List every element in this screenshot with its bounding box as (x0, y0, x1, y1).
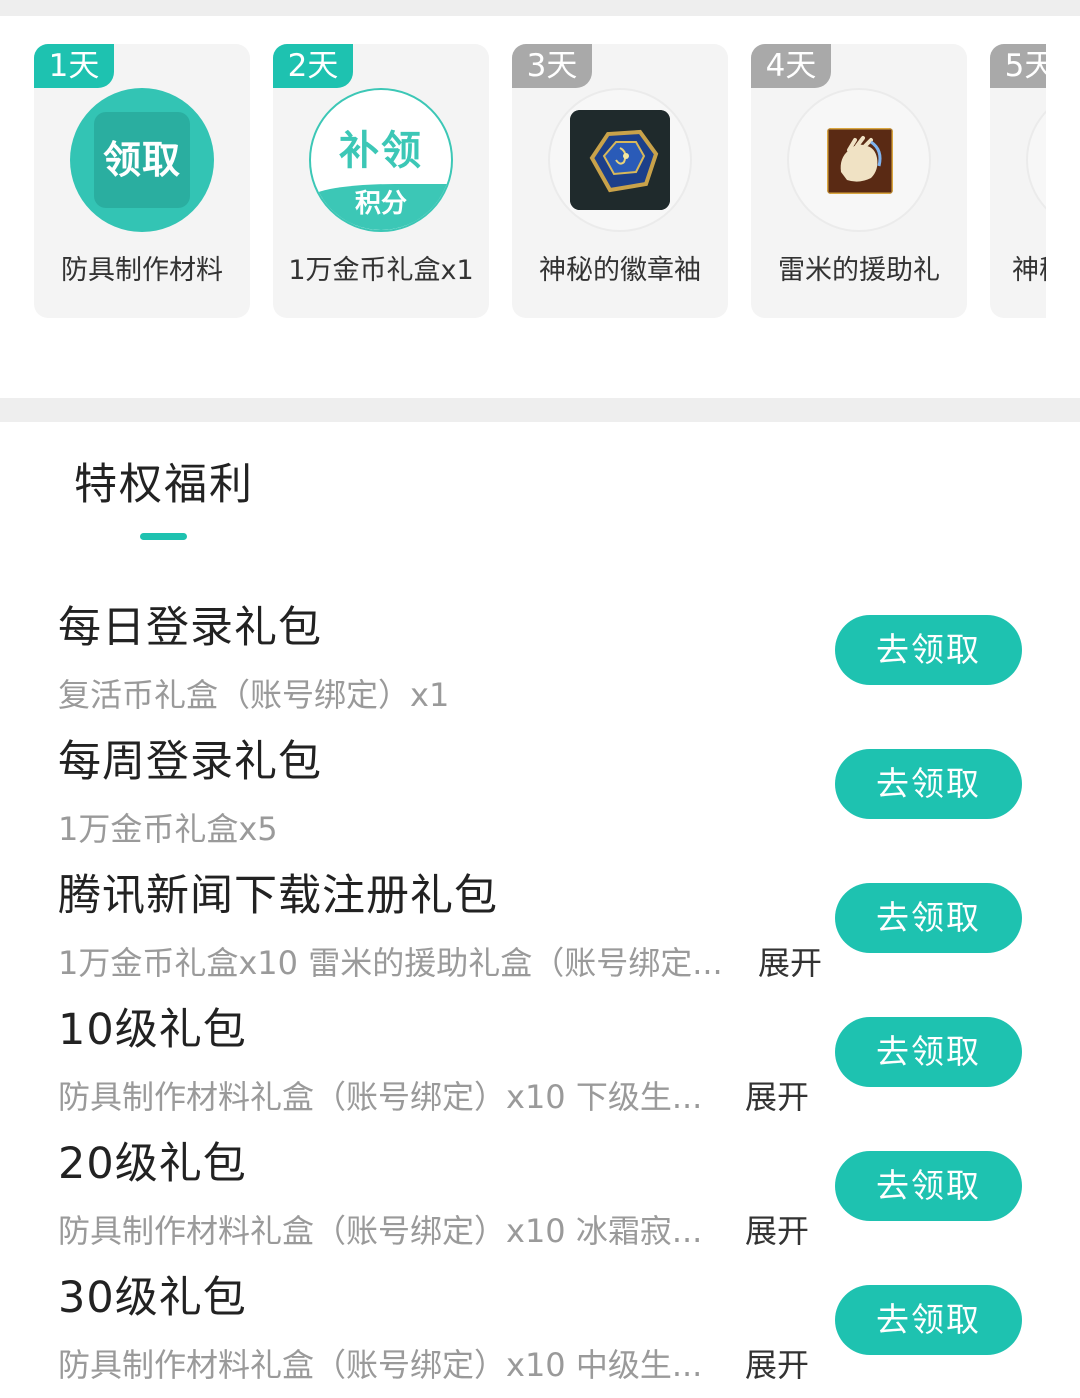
gift-name: 20级礼包 (58, 1139, 247, 1189)
claim-badge-icon[interactable]: 领取 (70, 88, 214, 232)
claim-button[interactable]: 去领取 (835, 615, 1022, 685)
gift-description: 防具制作材料礼盒（账号绑定）x10 中级生... (58, 1346, 703, 1384)
makeup-badge-title: 补领 (339, 128, 423, 174)
gift-description: 防具制作材料礼盒（账号绑定）x10 下级生... (58, 1078, 703, 1116)
day-reward-label: 防具制作材料 (61, 255, 223, 286)
day-badge: 2天 (273, 44, 353, 88)
claim-button[interactable]: 去领取 (835, 883, 1022, 953)
title-underline (140, 533, 187, 540)
expand-link[interactable]: 展开 (758, 938, 822, 984)
day-reward-label: 雷米的援助礼 (778, 255, 940, 286)
claim-button[interactable]: 去领取 (835, 1285, 1022, 1355)
gift-name: 10级礼包 (58, 1005, 247, 1055)
claim-button[interactable]: 去领取 (835, 749, 1022, 819)
day-badge: 5天 (990, 44, 1046, 88)
day-card-2[interactable]: 补领 积分 2天 1万金币礼盒x1 (273, 44, 489, 318)
gift-row: 10级礼包 防具制作材料礼盒（账号绑定）x10 下级生... 展开 去领取 (0, 995, 1080, 1129)
daily-signin-section: 领取 1天 防具制作材料 补领 积分 2天 1万金币礼盒x1 3天 神秘的徽章袖… (0, 16, 1080, 398)
day-card-5[interactable]: 5天 神秘 (990, 44, 1046, 318)
claim-badge-text: 领取 (94, 112, 190, 208)
day-badge: 3天 (512, 44, 592, 88)
gift-name: 每日登录礼包 (58, 603, 322, 653)
day-badge: 4天 (751, 44, 831, 88)
gift-description: 1万金币礼盒x10 雷米的援助礼盒（账号绑定... (58, 944, 723, 982)
expand-link[interactable]: 展开 (745, 1340, 809, 1386)
day-reward-label: 1万金币礼盒x1 (288, 255, 474, 286)
mystery-badge-chest-icon (570, 110, 670, 210)
expand-link[interactable]: 展开 (745, 1072, 809, 1118)
gift-name: 30级礼包 (58, 1273, 247, 1323)
gift-description: 1万金币礼盒x5 (58, 810, 278, 848)
reward-item-frame (548, 88, 692, 232)
day-reward-label: 神秘 (1012, 255, 1046, 286)
gift-row: 每周登录礼包 1万金币礼盒x5 去领取 (0, 727, 1080, 861)
reward-item-frame (787, 88, 931, 232)
glove-icon (827, 128, 893, 194)
day-card-4[interactable]: 4天 雷米的援助礼 (751, 44, 967, 318)
reward-item-frame (1026, 88, 1046, 232)
gift-name: 每周登录礼包 (58, 737, 322, 787)
makeup-badge-subtitle: 积分 (311, 184, 451, 230)
gift-row: 30级礼包 防具制作材料礼盒（账号绑定）x10 中级生... 展开 去领取 (0, 1263, 1080, 1397)
day-badge: 1天 (34, 44, 114, 88)
day-card-3[interactable]: 3天 神秘的徽章袖 (512, 44, 728, 318)
gift-row: 每日登录礼包 复活币礼盒（账号绑定）x1 去领取 (0, 593, 1080, 727)
expand-link[interactable]: 展开 (745, 1206, 809, 1252)
gift-name: 腾讯新闻下载注册礼包 (58, 871, 498, 921)
privileges-title: 特权福利 (74, 460, 254, 510)
top-divider (0, 0, 1080, 16)
gift-description: 复活币礼盒（账号绑定）x1 (58, 676, 450, 714)
makeup-badge-icon[interactable]: 补领 积分 (309, 88, 453, 232)
day-card-1[interactable]: 领取 1天 防具制作材料 (34, 44, 250, 318)
gift-row: 腾讯新闻下载注册礼包 1万金币礼盒x10 雷米的援助礼盒（账号绑定... 展开 … (0, 861, 1080, 995)
daily-reward-row[interactable]: 领取 1天 防具制作材料 补领 积分 2天 1万金币礼盒x1 3天 神秘的徽章袖… (34, 44, 1046, 320)
claim-button[interactable]: 去领取 (835, 1017, 1022, 1087)
gift-row: 20级礼包 防具制作材料礼盒（账号绑定）x10 冰霜寂... 展开 去领取 (0, 1129, 1080, 1263)
day-reward-label: 神秘的徽章袖 (539, 255, 701, 286)
claim-button[interactable]: 去领取 (835, 1151, 1022, 1221)
gift-description: 防具制作材料礼盒（账号绑定）x10 冰霜寂... (58, 1212, 703, 1250)
section-divider (0, 398, 1080, 422)
